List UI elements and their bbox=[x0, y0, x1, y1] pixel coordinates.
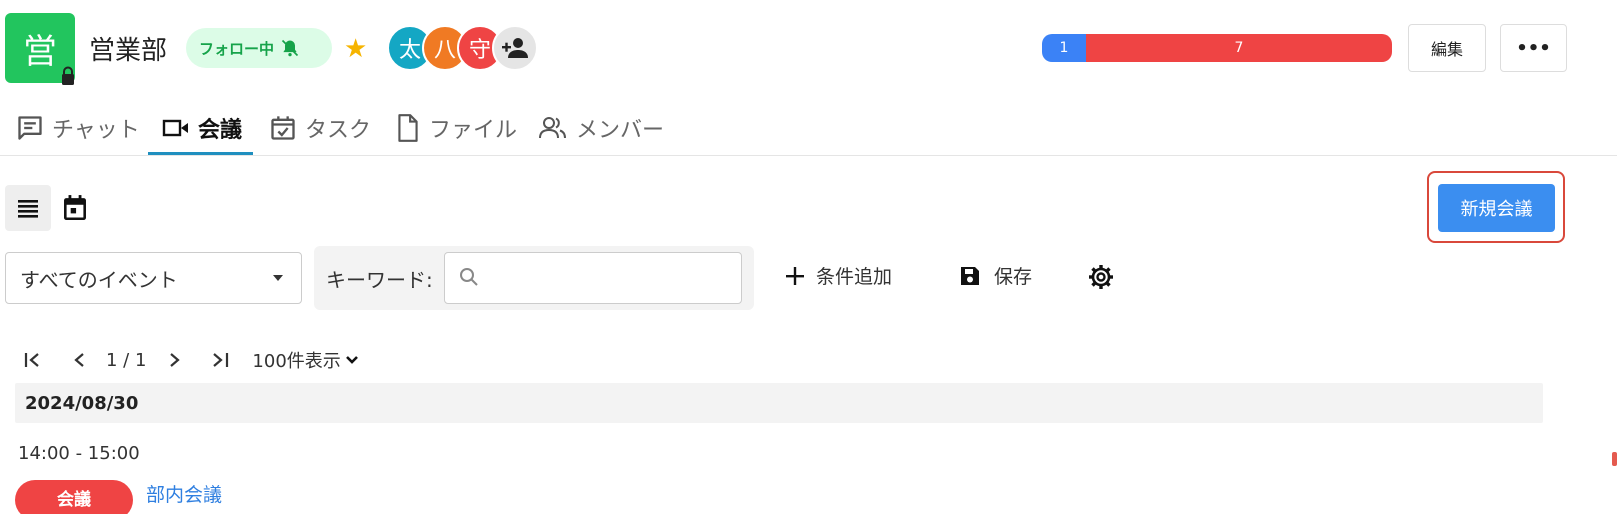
last-page-button[interactable] bbox=[206, 351, 236, 369]
task-progress-bar: 1 7 bbox=[1042, 34, 1392, 62]
page-info: 1 / 1 bbox=[106, 349, 147, 371]
add-member-button[interactable] bbox=[492, 25, 538, 71]
next-page-button[interactable] bbox=[160, 351, 190, 369]
calendar-icon bbox=[64, 195, 86, 221]
event-title-link[interactable]: 部内会議 bbox=[146, 480, 222, 507]
active-tab-indicator bbox=[148, 152, 253, 155]
keyword-input[interactable] bbox=[444, 252, 742, 304]
favorite-star-icon[interactable]: ★ bbox=[344, 34, 367, 64]
progress-right-segment: 7 bbox=[1086, 34, 1392, 62]
calendar-view-button[interactable] bbox=[58, 185, 92, 231]
page-size-select[interactable]: 100件表示 bbox=[252, 347, 358, 373]
task-calendar-icon bbox=[271, 115, 295, 140]
tab-tasks[interactable]: タスク bbox=[269, 100, 371, 155]
bell-off-icon bbox=[281, 39, 299, 57]
file-icon bbox=[398, 113, 418, 142]
chevron-right-icon bbox=[170, 353, 181, 367]
keyword-label: キーワード: bbox=[326, 268, 433, 292]
first-page-button[interactable] bbox=[18, 351, 48, 369]
follow-label: フォロー中 bbox=[199, 39, 275, 58]
list-view-button[interactable] bbox=[5, 185, 51, 231]
event-time-range: 14:00 - 15:00 bbox=[18, 443, 140, 464]
team-avatar-char: 営 bbox=[23, 31, 57, 72]
last-page-icon bbox=[213, 353, 229, 367]
video-icon bbox=[162, 119, 188, 136]
more-options-button[interactable]: ••• bbox=[1500, 24, 1567, 72]
search-icon bbox=[460, 268, 478, 286]
tab-files[interactable]: ファイル bbox=[395, 100, 517, 155]
tab-chat[interactable]: チャット bbox=[16, 100, 140, 155]
tab-members[interactable]: メンバー bbox=[538, 100, 664, 155]
new-meeting-button[interactable]: 新規会議 bbox=[1438, 184, 1555, 232]
chat-icon bbox=[18, 115, 42, 140]
dropdown-caret-icon bbox=[273, 275, 283, 281]
prev-page-button[interactable] bbox=[64, 351, 94, 369]
pagination: 1 / 1 100件表示 bbox=[18, 345, 359, 375]
first-page-icon bbox=[24, 353, 39, 367]
tab-bar: チャット 会議 タスク ファイル メンバー bbox=[0, 100, 1617, 156]
settings-gear-icon[interactable] bbox=[1086, 262, 1116, 292]
add-condition-button[interactable]: 条件追加 bbox=[784, 262, 892, 289]
scroll-edge-marker bbox=[1612, 452, 1617, 466]
save-icon bbox=[961, 266, 979, 285]
date-group-header: 2024/08/30 bbox=[15, 383, 1543, 423]
follow-status-button[interactable]: フォロー中 bbox=[186, 28, 332, 68]
team-name: 営業部 bbox=[89, 36, 168, 66]
save-filter-button[interactable]: 保存 bbox=[958, 262, 1032, 289]
tab-meetings[interactable]: 会議 bbox=[162, 100, 242, 155]
members-icon bbox=[539, 116, 566, 138]
edit-button[interactable]: 編集 bbox=[1408, 24, 1486, 72]
chevron-down-icon bbox=[345, 356, 358, 364]
progress-left-segment: 1 bbox=[1042, 34, 1086, 62]
event-type-select[interactable]: すべてのイベント bbox=[5, 252, 302, 304]
chevron-left-icon bbox=[74, 353, 84, 367]
event-type-badge: 会議 bbox=[15, 480, 133, 514]
person-add-icon bbox=[502, 38, 528, 58]
plus-icon bbox=[786, 266, 804, 285]
list-icon bbox=[18, 200, 38, 218]
lock-icon bbox=[62, 66, 74, 85]
